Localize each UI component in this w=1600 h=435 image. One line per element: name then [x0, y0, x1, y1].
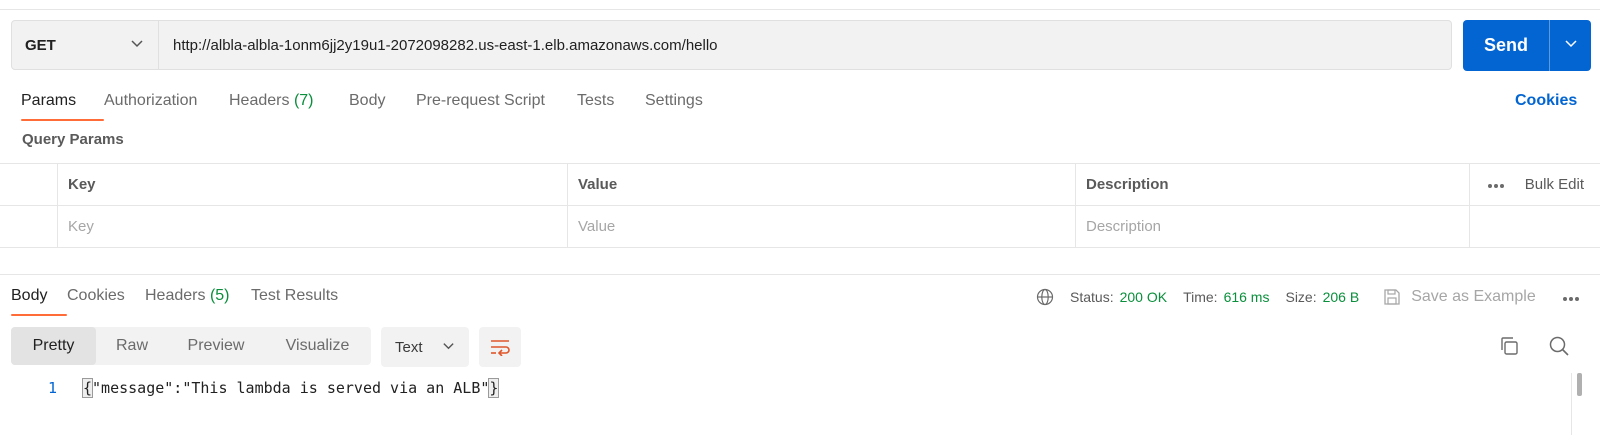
chevron-down-icon [130, 36, 144, 54]
tab-label: Headers [229, 92, 290, 109]
tab-label: Body [11, 287, 48, 304]
code-line: {"message":"This lambda is served via an… [81, 378, 500, 398]
save-as-example-button[interactable]: Save as Example [1383, 288, 1536, 306]
line-number: 1 [47, 379, 57, 397]
tab-body[interactable]: Body [349, 88, 416, 122]
description-column-header: Description [1076, 164, 1470, 205]
vertical-scrollbar[interactable] [1577, 373, 1582, 396]
send-options-button[interactable] [1550, 20, 1591, 71]
tab-settings[interactable]: Settings [645, 88, 725, 122]
method-label: GET [25, 36, 56, 54]
query-params-title: Query Params [22, 131, 124, 148]
tab-label: Headers [145, 287, 206, 304]
scroll-track [1571, 373, 1572, 435]
chevron-down-icon [442, 339, 455, 356]
globe-icon[interactable] [1036, 288, 1054, 306]
tab-tests[interactable]: Tests [577, 88, 645, 122]
wrap-lines-icon [491, 340, 510, 356]
send-button[interactable]: Send [1463, 20, 1550, 71]
response-meta: Status: 200 OK Time: 616 ms Size: 206 B … [1036, 284, 1580, 310]
row-actions-cell [1470, 206, 1600, 247]
row-checkbox-cell [0, 206, 58, 247]
request-bar: GET http://albla-albla-1onm6jj2y19u1-207… [11, 20, 1452, 70]
view-mode-pretty[interactable]: Pretty [11, 327, 96, 365]
size-value[interactable]: 206 B [1323, 289, 1360, 305]
key-input[interactable]: Key [58, 206, 568, 247]
tab-label: Authorization [104, 92, 198, 109]
tab-label: Settings [645, 92, 703, 109]
view-mode-preview[interactable]: Preview [168, 327, 264, 365]
value-input[interactable]: Value [568, 206, 1076, 247]
response-body-code[interactable]: 1 {"message":"This lambda is served via … [0, 373, 1572, 403]
tab-count: (5) [209, 287, 230, 304]
more-icon[interactable] [1562, 289, 1580, 305]
code-content: "message":"This lambda is served via an … [92, 379, 490, 397]
chevron-down-icon [1564, 36, 1578, 55]
tab-params[interactable]: Params [21, 88, 104, 122]
value-column-header: Value [568, 164, 1076, 205]
search-button[interactable] [1547, 334, 1571, 358]
tab-response-body[interactable]: Body [11, 283, 67, 317]
tab-label: Test Results [251, 287, 339, 304]
view-mode-visualize[interactable]: Visualize [264, 327, 371, 365]
url-input[interactable]: http://albla-albla-1onm6jj2y19u1-2072098… [159, 21, 1451, 69]
view-mode-selector: Pretty Raw Preview Visualize [11, 327, 371, 365]
bulk-edit-button[interactable]: Bulk Edit [1525, 176, 1584, 193]
tab-label: Params [21, 92, 77, 109]
table-header-row: Key Value Description Bulk Edit [0, 164, 1600, 206]
copy-button[interactable] [1497, 334, 1521, 358]
close-brace: } [488, 378, 500, 398]
pane-divider[interactable] [0, 274, 1600, 275]
tab-headers[interactable]: Headers (7) [229, 88, 349, 122]
open-brace: { [81, 378, 94, 398]
tab-response-cookies[interactable]: Cookies [67, 283, 145, 317]
wrap-lines-button[interactable] [479, 327, 521, 367]
view-mode-raw[interactable]: Raw [96, 327, 168, 365]
tab-response-headers[interactable]: Headers (5) [145, 283, 251, 317]
size-label: Size: [1285, 289, 1317, 305]
status-value[interactable]: 200 OK [1120, 289, 1167, 305]
tab-pre-request-script[interactable]: Pre-request Script [416, 88, 577, 122]
tab-label: Body [349, 92, 386, 109]
tab-label: Cookies [67, 287, 125, 304]
method-select[interactable]: GET [12, 21, 159, 69]
table-actions: Bulk Edit [1470, 164, 1600, 205]
more-icon[interactable] [1487, 176, 1505, 193]
tab-authorization[interactable]: Authorization [104, 88, 229, 122]
tab-test-results[interactable]: Test Results [251, 283, 351, 317]
description-input[interactable]: Description [1076, 206, 1470, 247]
params-table: Key Value Description Bulk Edit Key Valu… [0, 163, 1600, 248]
checkbox-column-header [0, 164, 58, 205]
top-strip [0, 0, 1600, 10]
table-row: Key Value Description [0, 206, 1600, 248]
url-text: http://albla-albla-1onm6jj2y19u1-2072098… [173, 36, 718, 54]
tab-label: Tests [577, 92, 615, 109]
format-select[interactable]: Text [381, 327, 469, 367]
tab-label: Pre-request Script [416, 92, 545, 109]
time-label: Time: [1183, 289, 1218, 305]
key-column-header: Key [58, 164, 568, 205]
request-tabs: Params Authorization Headers (7) Body Pr… [21, 88, 725, 122]
status-label: Status: [1070, 289, 1114, 305]
tab-count: (7) [293, 92, 314, 109]
copy-icon [1501, 337, 1518, 355]
response-tabs: Body Cookies Headers (5) Test Results [11, 283, 351, 317]
save-icon [1384, 289, 1400, 305]
time-value[interactable]: 616 ms [1224, 289, 1270, 305]
send-group: Send [1463, 20, 1591, 71]
search-icon [1549, 336, 1569, 356]
format-label: Text [395, 338, 423, 356]
cookies-link[interactable]: Cookies [1515, 88, 1577, 114]
save-as-example-label: Save as Example [1411, 288, 1536, 305]
